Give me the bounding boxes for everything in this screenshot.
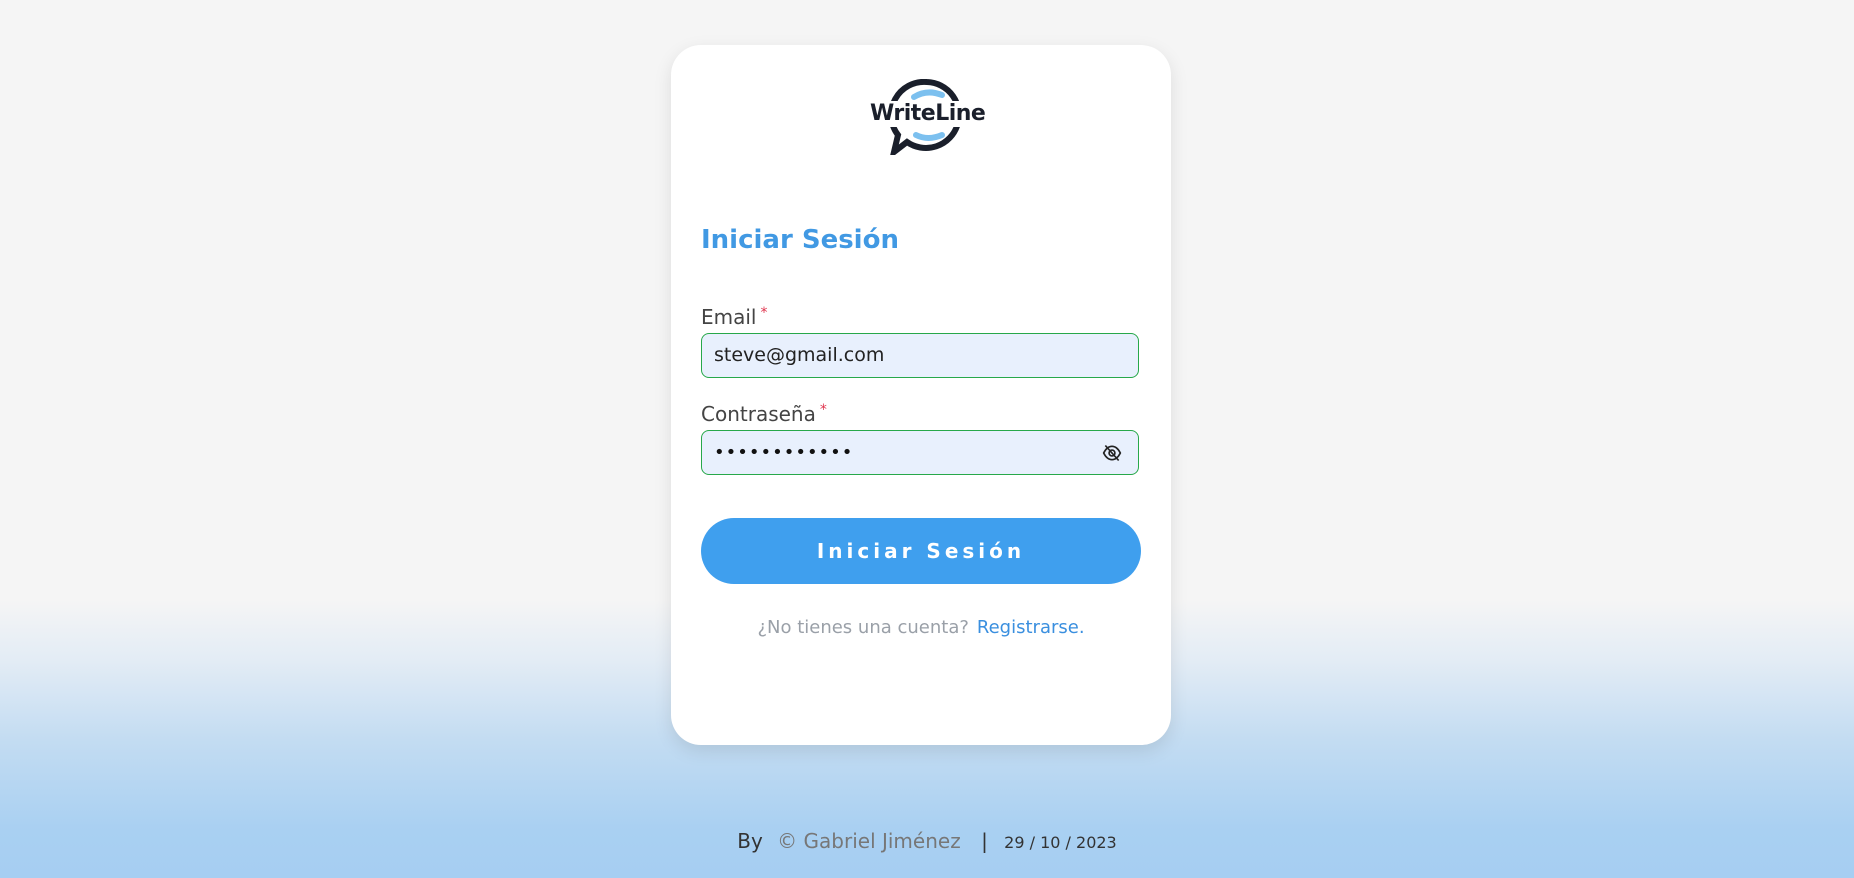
footer-author: © Gabriel Jiménez (777, 829, 961, 853)
email-field[interactable]: steve@gmail.com (701, 333, 1139, 378)
signup-text: ¿No tienes una cuenta? (757, 617, 969, 638)
logo-text: WriteLine (870, 101, 986, 126)
email-value: steve@gmail.com (714, 344, 885, 366)
signup-prompt: ¿No tienes una cuenta? Registrarse. (671, 617, 1171, 638)
footer-by: By (737, 829, 763, 853)
required-mark: * (760, 305, 768, 321)
login-button[interactable]: Iniciar Sesión (701, 518, 1141, 584)
required-mark: * (819, 402, 827, 418)
password-label: Contraseña * (701, 402, 827, 426)
page-title: Iniciar Sesión (701, 225, 899, 255)
password-field[interactable]: •••••••••••• (701, 430, 1139, 475)
register-link[interactable]: Registrarse (977, 617, 1079, 638)
eye-off-icon[interactable] (1102, 443, 1122, 463)
login-card: WriteLine Iniciar Sesión Email * steve@gm… (671, 45, 1171, 745)
password-value: •••••••••••• (714, 442, 854, 463)
email-label: Email * (701, 305, 768, 329)
footer: By © Gabriel Jiménez | 29 / 10 / 2023 (0, 829, 1854, 853)
footer-separator: | (981, 829, 988, 853)
email-label-text: Email (701, 305, 757, 329)
writeline-logo: WriteLine (862, 78, 992, 160)
signup-suffix: . (1078, 617, 1085, 638)
footer-date: 29 / 10 / 2023 (1004, 833, 1117, 852)
password-label-text: Contraseña (701, 402, 816, 426)
